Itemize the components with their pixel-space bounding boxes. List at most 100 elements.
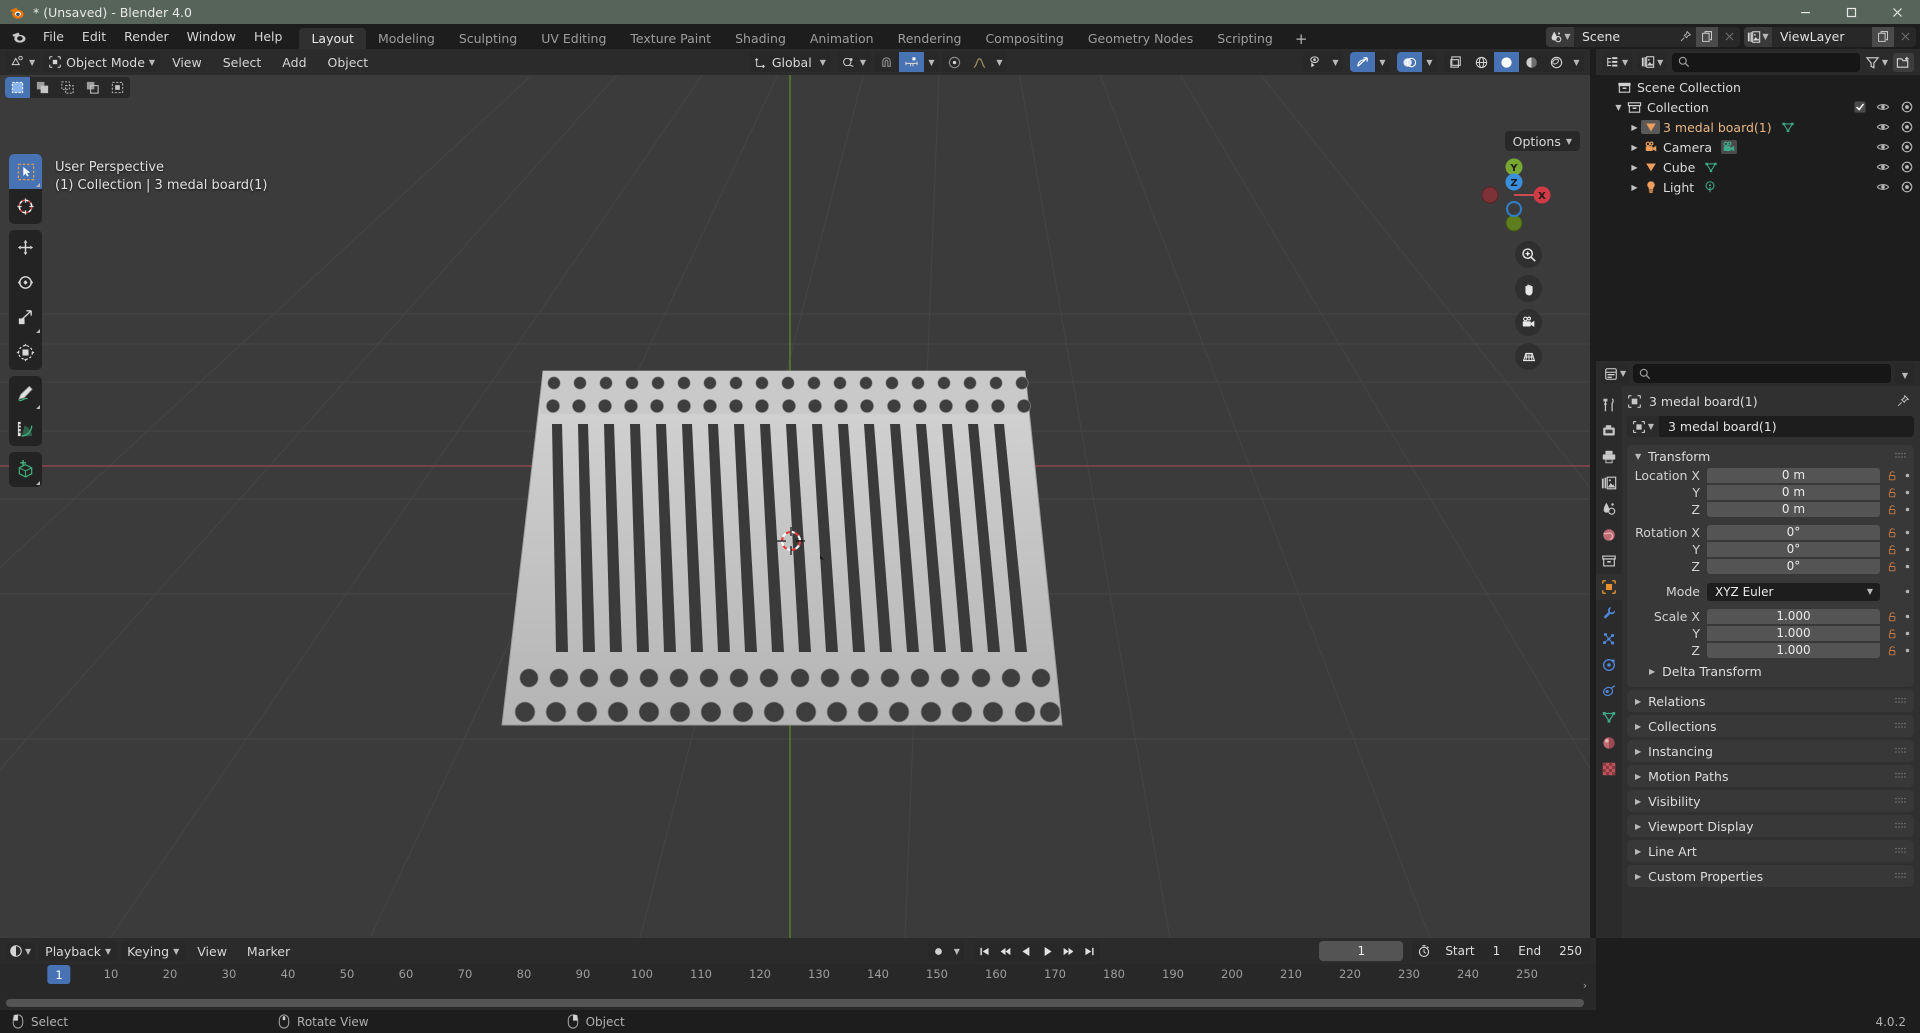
particles-tab[interactable] (1596, 626, 1622, 652)
disclosure-icon[interactable]: ▶ (1628, 163, 1641, 172)
properties-search-input[interactable] (1633, 364, 1891, 383)
jump-to-end-button[interactable] (1079, 941, 1100, 961)
animate-property-dot[interactable] (1900, 529, 1914, 536)
current-frame-field[interactable]: 1 (1319, 941, 1404, 961)
timeline-horizontal-scrollbar[interactable] (6, 999, 1584, 1007)
transform-tool[interactable] (9, 335, 42, 370)
animate-property-dot[interactable] (1900, 546, 1914, 553)
disclosure-icon[interactable]: ▼ (1612, 103, 1625, 112)
animate-property-dot[interactable] (1900, 630, 1914, 637)
scene-selector[interactable]: ▼ Scene (1546, 26, 1740, 47)
navigation-gizmo[interactable]: X Y Z (1476, 157, 1552, 233)
timeline-sidebar-toggle[interactable]: › (1578, 970, 1592, 1000)
blender-menu-icon[interactable] (6, 27, 30, 46)
location-z-field[interactable]: 0 m (1707, 501, 1880, 517)
animate-property-dot[interactable] (1900, 472, 1914, 479)
show-gizmo-icon[interactable] (1303, 52, 1328, 72)
tab-rendering[interactable]: Rendering (886, 28, 974, 49)
falloff-curve-icon[interactable] (967, 52, 992, 72)
scale-z-field[interactable]: 1.000 (1707, 642, 1880, 658)
menu-edit[interactable]: Edit (73, 27, 115, 46)
animate-property-dot[interactable] (1900, 489, 1914, 496)
eye-icon[interactable] (1876, 120, 1890, 134)
rotation-z-field[interactable]: 0° (1707, 558, 1880, 574)
scale-tool[interactable] (9, 300, 42, 335)
viewport-menu-view[interactable]: View (163, 52, 211, 72)
keying-menu[interactable]: Keying ▼ (121, 941, 186, 961)
scale-x-field[interactable]: 1.000 (1707, 608, 1880, 624)
lock-icon[interactable] (1884, 527, 1900, 538)
outliner-display-mode-icon[interactable]: ▼ (1637, 53, 1668, 71)
minimize-button[interactable] (1782, 0, 1828, 24)
cursor-tool[interactable] (9, 189, 42, 224)
viewport-options-button[interactable]: Options ▼ (1504, 131, 1580, 151)
tab-shading[interactable]: Shading (723, 28, 798, 49)
relations-panel[interactable]: ▶ Relations (1627, 690, 1914, 712)
texture-tab[interactable] (1596, 756, 1622, 782)
play-button[interactable] (1037, 941, 1058, 961)
select-subtract-icon[interactable] (55, 77, 80, 98)
rotation-y-field[interactable]: 0° (1707, 541, 1880, 557)
new-viewlayer-icon[interactable] (1872, 26, 1894, 47)
material-tab[interactable] (1596, 730, 1622, 756)
timeline-marker-menu[interactable]: Marker (239, 941, 298, 961)
viewport-menu-object[interactable]: Object (319, 52, 378, 72)
object-tab[interactable] (1596, 574, 1622, 600)
viewport-render-icon[interactable] (1444, 52, 1469, 72)
collection-tab[interactable] (1596, 548, 1622, 574)
menu-window[interactable]: Window (178, 27, 245, 46)
viewlayer-selector[interactable]: ▼ ViewLayer (1744, 26, 1916, 47)
select-invert-icon[interactable] (80, 77, 105, 98)
gizmo-chevron[interactable]: ▼ (1328, 52, 1343, 72)
snap-dropdown-chevron[interactable]: ▼ (924, 52, 939, 72)
camera-render-icon[interactable] (1900, 120, 1914, 134)
xray-chevron[interactable]: ▼ (1422, 52, 1437, 72)
tab-sculpting[interactable]: Sculpting (447, 28, 529, 49)
rotate-tool[interactable] (9, 265, 42, 300)
tab-modeling[interactable]: Modeling (366, 28, 447, 49)
properties-options-chevron[interactable]: ▼ (1894, 362, 1915, 385)
outliner-search-field[interactable] (1695, 55, 1854, 69)
checkbox-icon[interactable] (1854, 101, 1866, 113)
disclosure-icon[interactable]: ▶ (1628, 123, 1641, 132)
camera-data-icon[interactable] (1721, 140, 1738, 154)
snap-magnet-icon[interactable] (874, 52, 899, 72)
eye-icon[interactable] (1876, 140, 1890, 154)
transform-orientation-selector[interactable]: Global ▼ (748, 52, 831, 72)
pin-scene-icon[interactable] (1674, 27, 1696, 47)
line-art-panel[interactable]: ▶ Line Art (1627, 840, 1914, 862)
snap-pivot-selector[interactable]: ▼ (836, 52, 871, 72)
wireframe-shading-icon[interactable] (1469, 52, 1494, 72)
pin-properties-icon[interactable] (1896, 394, 1910, 408)
add-workspace-button[interactable]: + (1285, 28, 1318, 49)
tweak-select-tool[interactable] (9, 154, 42, 189)
falloff-dropdown-chevron[interactable]: ▼ (992, 52, 1007, 72)
move-tool[interactable] (9, 230, 42, 265)
custom-properties-panel[interactable]: ▶ Custom Properties (1627, 865, 1914, 887)
object-data-tab[interactable] (1596, 704, 1622, 730)
camera-render-icon[interactable] (1900, 160, 1914, 174)
scene-tab[interactable] (1596, 496, 1622, 522)
constraints-tab[interactable] (1596, 678, 1622, 704)
tool-tab[interactable] (1596, 392, 1622, 418)
perspective-toggle-icon[interactable] (1515, 343, 1542, 370)
animate-property-dot[interactable] (1900, 613, 1914, 620)
viewport-menu-select[interactable]: Select (214, 52, 271, 72)
scale-y-field[interactable]: 1.000 (1707, 625, 1880, 641)
mesh-data-icon[interactable] (1704, 160, 1718, 174)
tab-uv-editing[interactable]: UV Editing (529, 28, 618, 49)
start-frame-field[interactable]: Start 1 (1436, 941, 1509, 961)
jump-to-start-button[interactable] (974, 941, 995, 961)
view-layer-tab[interactable] (1596, 470, 1622, 496)
tab-scripting[interactable]: Scripting (1205, 28, 1285, 49)
modifier-tab[interactable] (1596, 600, 1622, 626)
light-data-icon[interactable] (1703, 180, 1717, 194)
camera-render-icon[interactable] (1900, 100, 1914, 114)
viewport-3d[interactable]: ▼ Object Mode ▼ View Select Add Object G… (0, 49, 1590, 938)
lock-icon[interactable] (1884, 645, 1900, 656)
disclosure-icon[interactable]: ▶ (1628, 183, 1641, 192)
annotate-tool[interactable] (9, 376, 42, 411)
render-tab[interactable] (1596, 418, 1622, 444)
overlays-chevron[interactable]: ▼ (1375, 52, 1390, 72)
playhead[interactable]: 1 (47, 965, 71, 984)
